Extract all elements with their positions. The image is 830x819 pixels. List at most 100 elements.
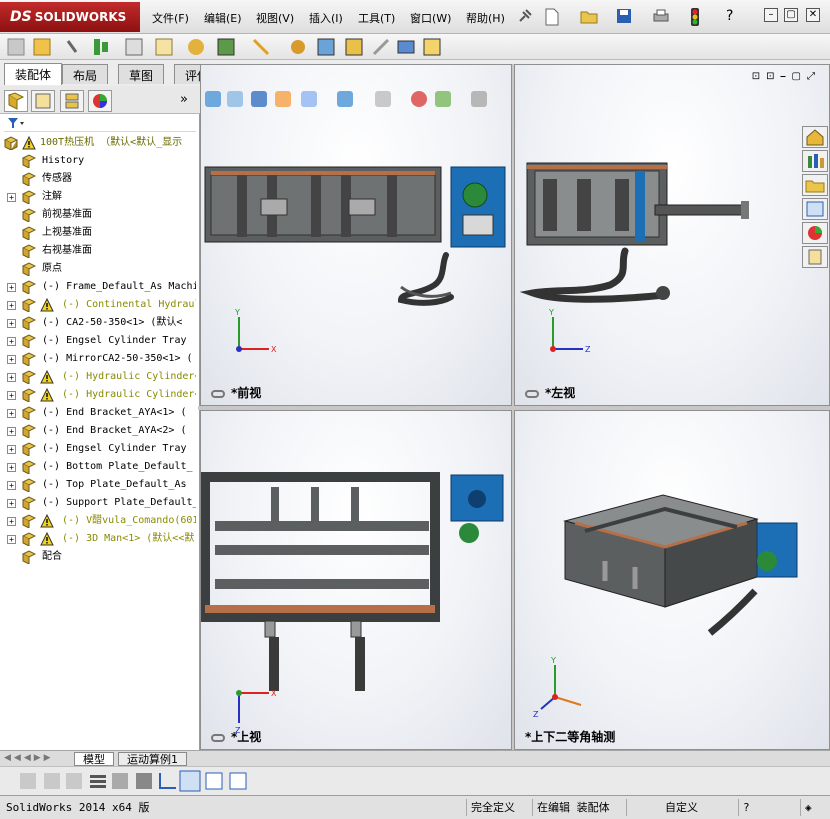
tree-item[interactable]: 前视基准面 [0,206,196,224]
expand-toggle[interactable]: + [7,193,16,202]
tree-item[interactable]: + (-) Continental Hydraul [0,296,196,314]
expand-toggle[interactable]: + [7,301,16,310]
zoom-area-icon[interactable] [227,91,243,107]
link-view-icon[interactable] [525,389,539,398]
expand-toggle[interactable]: + [7,409,16,418]
tree-item[interactable]: + (-) Engsel Cylinder Tray [0,440,196,458]
pin-icon[interactable] [517,8,535,26]
save-icon[interactable] [616,8,634,26]
appearance-icon[interactable] [411,91,427,107]
expand-toggle[interactable]: + [7,481,16,490]
status-tag-icon[interactable]: ◈ [800,799,816,816]
tree-item[interactable]: + (-) MirrorCA2-50-350<1> ( [0,350,196,368]
expand-panel-icon[interactable]: » [180,92,188,107]
tree-item[interactable]: 原点 [0,260,196,278]
tree-root[interactable]: 100T热压机 （默认<默认_显示 [0,134,196,152]
expand-toggle[interactable]: + [7,427,16,436]
tree-item[interactable]: + (-) CA2-50-350<1> (默认< [0,314,196,332]
zoom-to-fit-icon[interactable] [205,91,221,107]
solidworks-resources-icon[interactable] [802,126,828,148]
file-explorer-icon[interactable] [802,174,828,196]
tree-item[interactable]: History [0,152,196,170]
minimize-button[interactable]: – [764,8,778,22]
tree-item[interactable]: + (-) Hydraulic Cylinder< [0,368,196,386]
menu-view[interactable]: 视图(V) [256,10,294,26]
configuration-manager-tab[interactable] [60,90,84,112]
link-view-icon[interactable] [211,389,225,398]
view-orientation-icon[interactable] [301,91,317,107]
property-manager-tab[interactable] [31,90,55,112]
tree-item[interactable]: + (-) End Bracket_AYA<2> ( [0,422,196,440]
traffic-light-icon[interactable] [690,8,708,26]
viewport-isometric[interactable]: Y Z *上下二等角轴测 [514,410,830,750]
display-manager-tab[interactable] [88,90,112,112]
hide-show-icon[interactable] [375,91,391,107]
open-folder-icon[interactable] [580,8,598,26]
expand-toggle[interactable]: + [7,445,16,454]
new-document-icon[interactable] [544,8,562,26]
help-icon[interactable]: ? [726,8,744,26]
tree-item[interactable]: + (-) Bottom Plate_Default_ [0,458,196,476]
menu-insert[interactable]: 插入(I) [309,10,343,26]
tab-model[interactable]: 模型 [74,752,114,766]
menu-tools[interactable]: 工具(T) [358,10,395,26]
tree-filter[interactable] [4,116,196,132]
menu-file[interactable]: 文件(F) [152,10,189,26]
close-button[interactable]: ✕ [806,8,820,22]
previous-view-icon[interactable] [251,91,267,107]
tree-item[interactable]: + (-) Hydraulic Cylinder< [0,386,196,404]
tree-item[interactable]: + (-) V醋vula_Comando(601 [0,512,196,530]
tree-item[interactable]: + (-) 3D Man<1> (默认<<默 [0,530,196,548]
link-view-icon[interactable] [211,733,225,742]
appearances-icon[interactable] [802,222,828,244]
expand-toggle[interactable]: + [7,283,16,292]
tab-motion-study[interactable]: 运动算例1 [118,752,187,766]
tab-sketch[interactable]: 草图 [118,64,165,84]
tree-item[interactable]: + (-) End Bracket_AYA<1> ( [0,404,196,422]
tree-item[interactable]: 上视基准面 [0,224,196,242]
design-library-icon[interactable] [802,150,828,172]
axis-x-label: X [271,345,277,354]
tree-item[interactable]: 配合 [0,548,196,566]
tree-item[interactable]: + (-) Support Plate_Default_ [0,494,196,512]
custom-properties-icon[interactable] [802,246,828,268]
display-style-icon[interactable] [337,91,353,107]
menu-edit[interactable]: 编辑(E) [204,10,242,26]
menu-help[interactable]: 帮助(H) [466,10,505,26]
viewport-left[interactable]: Y Z *左视 ⊡⊡⎯▢⤢ [514,64,830,406]
tree-item[interactable]: + (-) Frame_Default_As Machi [0,278,196,296]
expand-toggle[interactable]: + [7,355,16,364]
menu-window[interactable]: 窗口(W) [410,10,451,26]
section-view-icon[interactable] [275,91,291,107]
tab-layout[interactable]: 布局 [62,64,109,84]
view-settings-icon[interactable] [471,91,487,107]
expand-toggle[interactable]: + [7,499,16,508]
solidworks-logo[interactable]: DS SOLIDWORKS [0,2,140,32]
expand-toggle[interactable]: + [7,373,16,382]
restore-button[interactable]: ▢ [784,8,798,22]
component-icon [21,370,37,385]
tree-item[interactable]: + (-) Engsel Cylinder Tray [0,332,196,350]
component-icon [21,316,37,331]
expand-toggle[interactable]: + [7,535,16,544]
viewport-front[interactable]: Y X *前视 [200,64,512,406]
tree-item[interactable]: + (-) Top Plate_Default_As [0,476,196,494]
tab-scroll-arrows[interactable]: ◀◀◀▶▶ [4,753,54,763]
expand-toggle[interactable]: + [7,319,16,328]
print-icon[interactable] [652,8,670,26]
status-units[interactable]: 自定义 [626,799,736,816]
scene-icon[interactable] [435,91,451,107]
feature-manager-tab[interactable] [4,90,28,112]
tree-item[interactable]: 右视基准面 [0,242,196,260]
tab-assembly[interactable]: 装配体 [4,63,63,85]
viewport-window-controls[interactable]: ⊡⊡⎯▢⤢ [752,71,821,82]
status-help-icon[interactable]: ? [738,799,754,816]
expand-toggle[interactable]: + [7,463,16,472]
viewport-top[interactable]: X Z *上视 [200,410,512,750]
tree-item[interactable]: 传感器 [0,170,196,188]
expand-toggle[interactable]: + [7,391,16,400]
expand-toggle[interactable]: + [7,517,16,526]
tree-item[interactable]: + 注解 [0,188,196,206]
expand-toggle[interactable]: + [7,337,16,346]
view-palette-icon[interactable] [802,198,828,220]
